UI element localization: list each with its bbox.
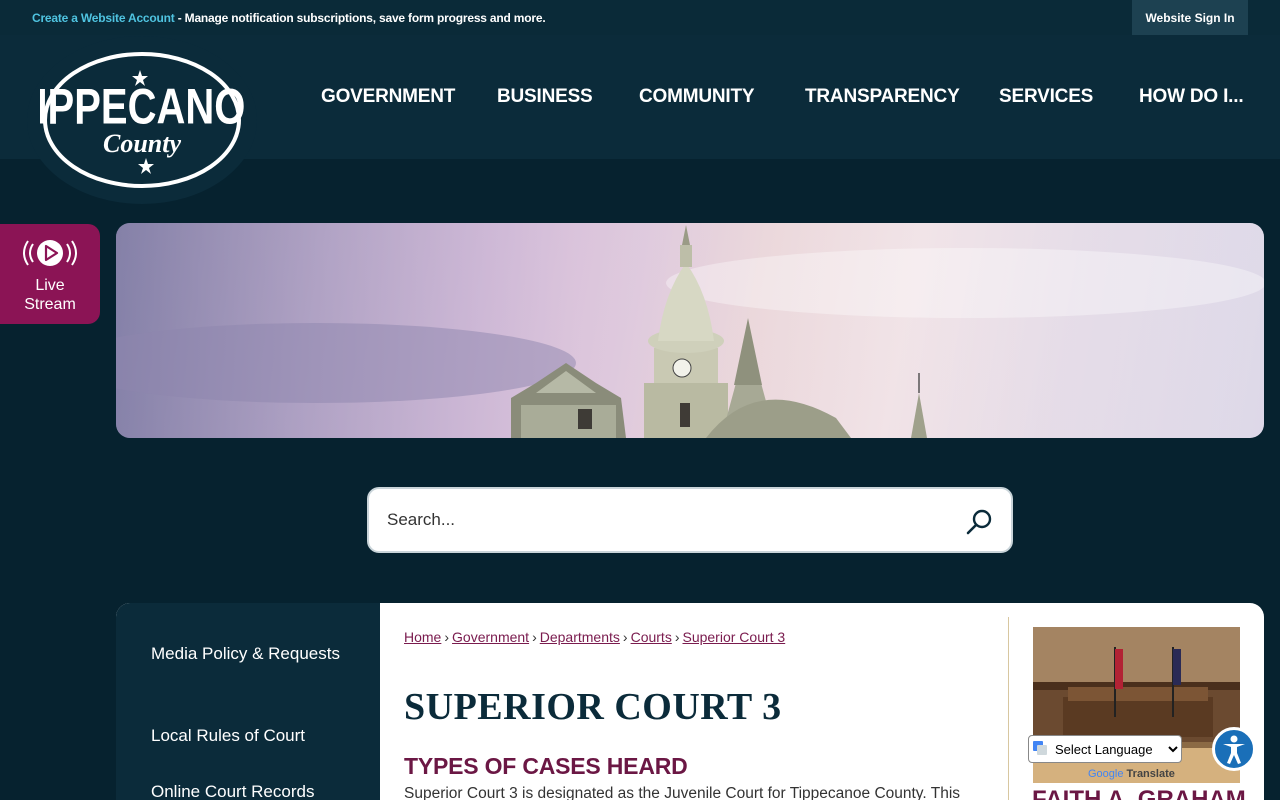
google-translate-icon	[1033, 741, 1047, 755]
website-sign-in-button[interactable]: Website Sign In	[1132, 0, 1248, 35]
sidenav-item-media-policy[interactable]: Media Policy & Requests	[151, 640, 351, 667]
nav-community[interactable]: COMMUNITY	[639, 86, 755, 108]
courthouse-illustration	[116, 223, 1264, 438]
main-navigation: GOVERNMENT BUSINESS COMMUNITY TRANSPAREN…	[0, 86, 1280, 108]
section-paragraph: Superior Court 3 is designated as the Ju…	[404, 785, 961, 800]
sidenav-item-online-court-records[interactable]: Online Court Records	[151, 778, 351, 800]
page-title: SUPERIOR COURT 3	[404, 686, 782, 728]
top-utility-bar: Create a Website Account - Manage notifi…	[0, 0, 1280, 35]
translate-label: Translate	[1126, 768, 1175, 780]
breadcrumb-separator: ›	[622, 629, 628, 645]
section-heading: TYPES OF CASES HEARD	[404, 753, 688, 779]
tippecanoe-county-logo[interactable]: TIPPECANOE County	[40, 50, 244, 190]
live-stream-button[interactable]: Live Stream	[0, 224, 100, 324]
accessibility-icon	[1223, 735, 1245, 764]
site-search-box	[367, 487, 1013, 553]
google-wordmark: Google	[1088, 768, 1124, 780]
breadcrumb-superior-court-3[interactable]: Superior Court 3	[682, 629, 785, 645]
search-icon[interactable]	[965, 507, 995, 537]
powered-by-google-translate[interactable]: Google Translate	[1088, 768, 1175, 780]
breadcrumb-government[interactable]: Government	[452, 629, 529, 645]
create-account-link[interactable]: Create a Website Account	[32, 11, 175, 25]
nav-services[interactable]: SERVICES	[999, 86, 1093, 108]
breadcrumb-separator: ›	[532, 629, 537, 645]
search-input[interactable]	[387, 505, 947, 535]
live-stream-icon	[23, 240, 77, 266]
google-translate-widget: Select Language Google Translate	[1028, 735, 1184, 785]
live-stream-label-2: Stream	[24, 296, 76, 313]
column-divider	[1008, 617, 1009, 800]
logo-text-line2: County	[103, 129, 181, 158]
courthouse-banner-image	[116, 223, 1264, 438]
breadcrumb-courts[interactable]: Courts	[631, 629, 672, 645]
secondary-navigation: Media Policy & Requests Local Rules of C…	[116, 603, 380, 800]
nav-transparency[interactable]: TRANSPARENCY	[805, 86, 960, 108]
accessibility-button[interactable]	[1212, 727, 1256, 771]
breadcrumb-separator: ›	[674, 629, 680, 645]
language-select[interactable]: Select Language	[1028, 735, 1182, 763]
breadcrumb-separator: ›	[444, 629, 450, 645]
breadcrumb-home[interactable]: Home	[404, 629, 441, 645]
live-stream-label-1: Live	[35, 277, 65, 294]
account-message-text: - Manage notification subscriptions, sav…	[174, 11, 546, 25]
nav-government[interactable]: GOVERNMENT	[321, 86, 455, 108]
breadcrumb-departments[interactable]: Departments	[540, 629, 620, 645]
judge-name: FAITH A. GRAHAM	[1032, 786, 1246, 800]
breadcrumb: Home › Government › Departments › Courts › Super…	[404, 629, 785, 645]
nav-business[interactable]: BUSINESS	[497, 86, 593, 108]
account-message: Create a Website Account - Manage notifi…	[32, 11, 546, 25]
sidenav-item-local-rules[interactable]: Local Rules of Court	[151, 722, 351, 749]
nav-how-do-i[interactable]: HOW DO I...	[1139, 86, 1244, 108]
